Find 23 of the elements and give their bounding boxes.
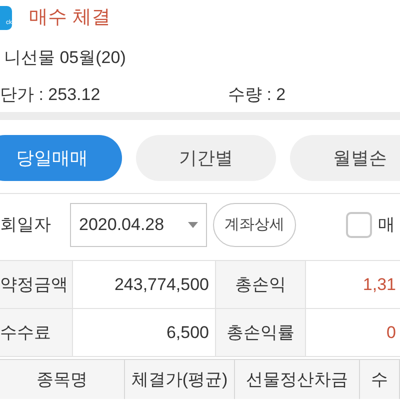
column-header: 선물정산차금 bbox=[235, 360, 360, 399]
summary-label: 총손익률 bbox=[215, 309, 305, 356]
summary-value: 1,31 bbox=[305, 261, 400, 308]
caret-icon bbox=[188, 222, 198, 228]
quantity-text: 수량 : 2 bbox=[228, 84, 286, 106]
product-name: 니선물 05월(20) bbox=[4, 47, 126, 69]
column-header: 종목명 bbox=[0, 360, 125, 399]
tab[interactable]: 기간별 bbox=[136, 135, 276, 181]
summary-label: 총손익 bbox=[215, 261, 305, 308]
summary-label: 수수료 bbox=[0, 309, 72, 356]
checkbox-label: 매 bbox=[378, 214, 395, 236]
tab[interactable]: 월별손 bbox=[290, 135, 400, 181]
notification-title: 매수 체결 bbox=[29, 6, 110, 30]
account-detail-button[interactable]: 계좌상세 bbox=[213, 203, 296, 247]
checkbox[interactable] bbox=[346, 212, 372, 238]
column-header: 체결가(평균) bbox=[125, 360, 235, 399]
price-text: 단가 : 253.12 bbox=[0, 84, 102, 106]
tab[interactable]: 당일매매 bbox=[0, 135, 122, 181]
column-header: 수 bbox=[360, 360, 400, 399]
date-dropdown[interactable]: 2020.04.28 bbox=[70, 203, 207, 247]
filter-label: 회일자 bbox=[0, 214, 52, 236]
summary-value: 0 bbox=[305, 309, 400, 356]
summary-label: 약정금액 bbox=[0, 261, 72, 308]
